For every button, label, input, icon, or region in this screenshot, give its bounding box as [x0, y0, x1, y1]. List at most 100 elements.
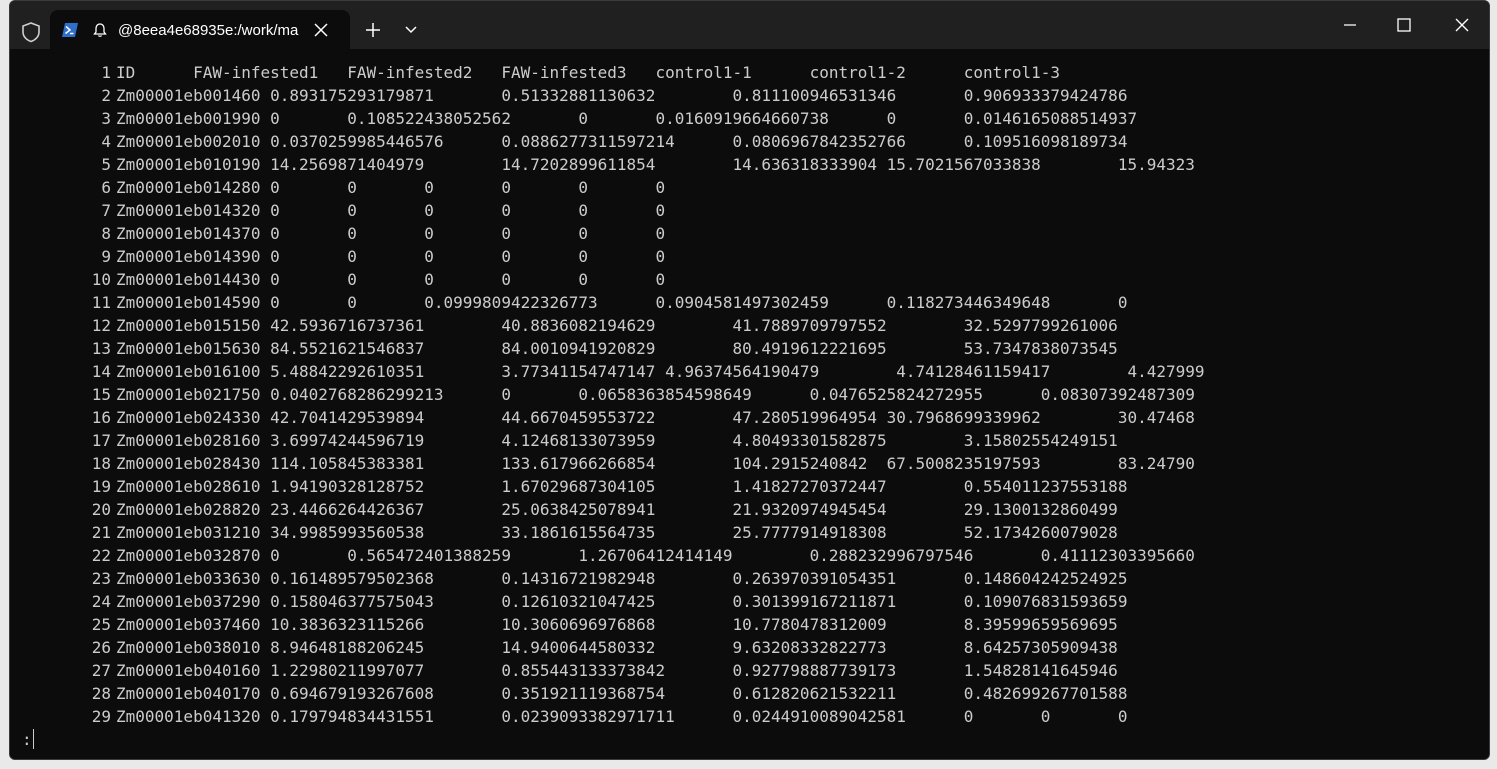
terminal-line: 9 Zm00001eb014390 0 0 0 0 0 0 [10, 245, 1205, 268]
text-cursor [32, 729, 34, 749]
tab-terminal[interactable]: @8eea4e68935e:/work/ma [50, 10, 350, 49]
line-content: Zm00001eb014430 0 0 0 0 0 0 [116, 270, 666, 289]
line-number: 21 [91, 523, 111, 542]
line-number: 3 [101, 109, 111, 128]
line-content: Zm00001eb001990 0 0.108522438052562 0 0.… [116, 109, 1138, 128]
line-content: Zm00001eb014320 0 0 0 0 0 0 [116, 201, 666, 220]
line-content: Zm00001eb028820 23.4466264426367 25.0638… [116, 500, 1118, 519]
line-number: 28 [91, 684, 111, 703]
terminal-line: 26 Zm00001eb038010 8.94648188206245 14.94… [10, 636, 1205, 659]
line-number: 13 [91, 339, 111, 358]
line-number: 8 [101, 224, 111, 243]
close-window-icon[interactable] [1452, 15, 1472, 35]
tab-close-icon[interactable] [312, 21, 330, 39]
line-number: 1 [101, 63, 111, 82]
line-content: Zm00001eb028430 114.105845383381 133.617… [116, 454, 1195, 473]
line-content: Zm00001eb014390 0 0 0 0 0 0 [116, 247, 666, 266]
terminal-line: 3 Zm00001eb001990 0 0.108522438052562 0 0… [10, 107, 1205, 130]
terminal-line: 19 Zm00001eb028610 1.94190328128752 1.670… [10, 475, 1205, 498]
line-number: 19 [91, 477, 111, 496]
terminal-line: 2 Zm00001eb001460 0.893175293179871 0.513… [10, 84, 1205, 107]
line-number: 2 [101, 86, 111, 105]
terminal-line: 8 Zm00001eb014370 0 0 0 0 0 0 [10, 222, 1205, 245]
line-number: 23 [91, 569, 111, 588]
line-number: 26 [91, 638, 111, 657]
line-content: ID FAW-infested1 FAW-infested2 FAW-infes… [116, 63, 1061, 82]
minimize-icon[interactable] [1340, 15, 1360, 35]
line-number: 15 [91, 385, 111, 404]
line-number: 5 [101, 155, 111, 174]
line-number: 6 [101, 178, 111, 197]
line-content: Zm00001eb038010 8.94648188206245 14.9400… [116, 638, 1118, 657]
prompt-text: : [22, 730, 32, 749]
line-content: Zm00001eb031210 34.9985993560538 33.1861… [116, 523, 1118, 542]
line-number: 16 [91, 408, 111, 427]
line-content: Zm00001eb016100 5.48842292610351 3.77341… [116, 362, 1205, 381]
terminal-line: 14 Zm00001eb016100 5.48842292610351 3.773… [10, 360, 1205, 383]
terminal-line: 18 Zm00001eb028430 114.105845383381 133.6… [10, 452, 1205, 475]
line-content: Zm00001eb021750 0.0402768286299213 0 0.0… [116, 385, 1195, 404]
line-content: Zm00001eb014280 0 0 0 0 0 0 [116, 178, 666, 197]
shield-icon [22, 22, 40, 43]
line-content: Zm00001eb002010 0.0370259985446576 0.088… [116, 132, 1128, 151]
line-content: Zm00001eb028610 1.94190328128752 1.67029… [116, 477, 1128, 496]
line-content: Zm00001eb015630 84.5521621546837 84.0010… [116, 339, 1118, 358]
terminal-line: 1 ID FAW-infested1 FAW-infested2 FAW-infe… [10, 61, 1205, 84]
line-content: Zm00001eb032870 0 0.565472401388259 1.26… [116, 546, 1195, 565]
terminal-output[interactable]: 1 ID FAW-infested1 FAW-infested2 FAW-infe… [10, 49, 1489, 759]
line-number: 24 [91, 592, 111, 611]
line-number: 25 [91, 615, 111, 634]
terminal-line: 7 Zm00001eb014320 0 0 0 0 0 0 [10, 199, 1205, 222]
terminal-line: 17 Zm00001eb028160 3.69974244596719 4.124… [10, 429, 1205, 452]
terminal-line: 24 Zm00001eb037290 0.158046377575043 0.12… [10, 590, 1205, 613]
line-content: Zm00001eb014590 0 0 0.0999809422326773 0… [116, 293, 1128, 312]
line-number: 27 [91, 661, 111, 680]
terminal-line: 16 Zm00001eb024330 42.7041429539894 44.66… [10, 406, 1205, 429]
line-number: 29 [91, 707, 111, 726]
line-content: Zm00001eb001460 0.893175293179871 0.5133… [116, 86, 1128, 105]
terminal-line: 22 Zm00001eb032870 0 0.565472401388259 1.… [10, 544, 1205, 567]
terminal-line: 15 Zm00001eb021750 0.0402768286299213 0 0… [10, 383, 1205, 406]
line-number: 12 [91, 316, 111, 335]
line-number: 20 [91, 500, 111, 519]
line-content: Zm00001eb037290 0.158046377575043 0.1261… [116, 592, 1128, 611]
terminal-line: 27 Zm00001eb040160 1.22980211997077 0.855… [10, 659, 1205, 682]
line-number: 4 [101, 132, 111, 151]
line-number: 17 [91, 431, 111, 450]
maximize-icon[interactable] [1394, 15, 1414, 35]
line-content: Zm00001eb040160 1.22980211997077 0.85544… [116, 661, 1118, 680]
line-number: 11 [91, 293, 111, 312]
line-content: Zm00001eb024330 42.7041429539894 44.6670… [116, 408, 1195, 427]
line-content: Zm00001eb033630 0.161489579502368 0.1431… [116, 569, 1128, 588]
line-number: 10 [91, 270, 111, 289]
terminal-line: 6 Zm00001eb014280 0 0 0 0 0 0 [10, 176, 1205, 199]
line-number: 22 [91, 546, 111, 565]
line-content: Zm00001eb010190 14.2569871404979 14.7202… [116, 155, 1195, 174]
line-content: Zm00001eb041320 0.179794834431551 0.0239… [116, 707, 1128, 726]
line-number: 14 [91, 362, 111, 381]
terminal-window: @8eea4e68935e:/work/ma 1 ID FAW-infested1… [9, 0, 1490, 760]
line-content: Zm00001eb040170 0.694679193267608 0.3519… [116, 684, 1128, 703]
terminal-line: 11 Zm00001eb014590 0 0 0.0999809422326773… [10, 291, 1205, 314]
line-number: 7 [101, 201, 111, 220]
chevron-down-icon[interactable] [404, 25, 418, 35]
line-content: Zm00001eb037460 10.3836323115266 10.3060… [116, 615, 1118, 634]
terminal-line: 4 Zm00001eb002010 0.0370259985446576 0.08… [10, 130, 1205, 153]
title-bar: @8eea4e68935e:/work/ma [10, 1, 1489, 49]
powershell-icon [62, 23, 78, 37]
new-tab-plus-icon[interactable] [364, 21, 382, 39]
line-content: Zm00001eb028160 3.69974244596719 4.12468… [116, 431, 1118, 450]
terminal-line: 10 Zm00001eb014430 0 0 0 0 0 0 [10, 268, 1205, 291]
terminal-line: 23 Zm00001eb033630 0.161489579502368 0.14… [10, 567, 1205, 590]
terminal-line: 28 Zm00001eb040170 0.694679193267608 0.35… [10, 682, 1205, 705]
terminal-line: 25 Zm00001eb037460 10.3836323115266 10.30… [10, 613, 1205, 636]
line-content: Zm00001eb014370 0 0 0 0 0 0 [116, 224, 666, 243]
terminal-line: 5 Zm00001eb010190 14.2569871404979 14.720… [10, 153, 1205, 176]
bell-icon [93, 23, 107, 37]
terminal-line: 29 Zm00001eb041320 0.179794834431551 0.02… [10, 705, 1205, 728]
terminal-line: 21 Zm00001eb031210 34.9985993560538 33.18… [10, 521, 1205, 544]
pager-prompt[interactable]: : [22, 729, 34, 749]
line-number: 18 [91, 454, 111, 473]
terminal-line: 12 Zm00001eb015150 42.5936716737361 40.88… [10, 314, 1205, 337]
terminal-lines: 1 ID FAW-infested1 FAW-infested2 FAW-infe… [10, 61, 1205, 728]
